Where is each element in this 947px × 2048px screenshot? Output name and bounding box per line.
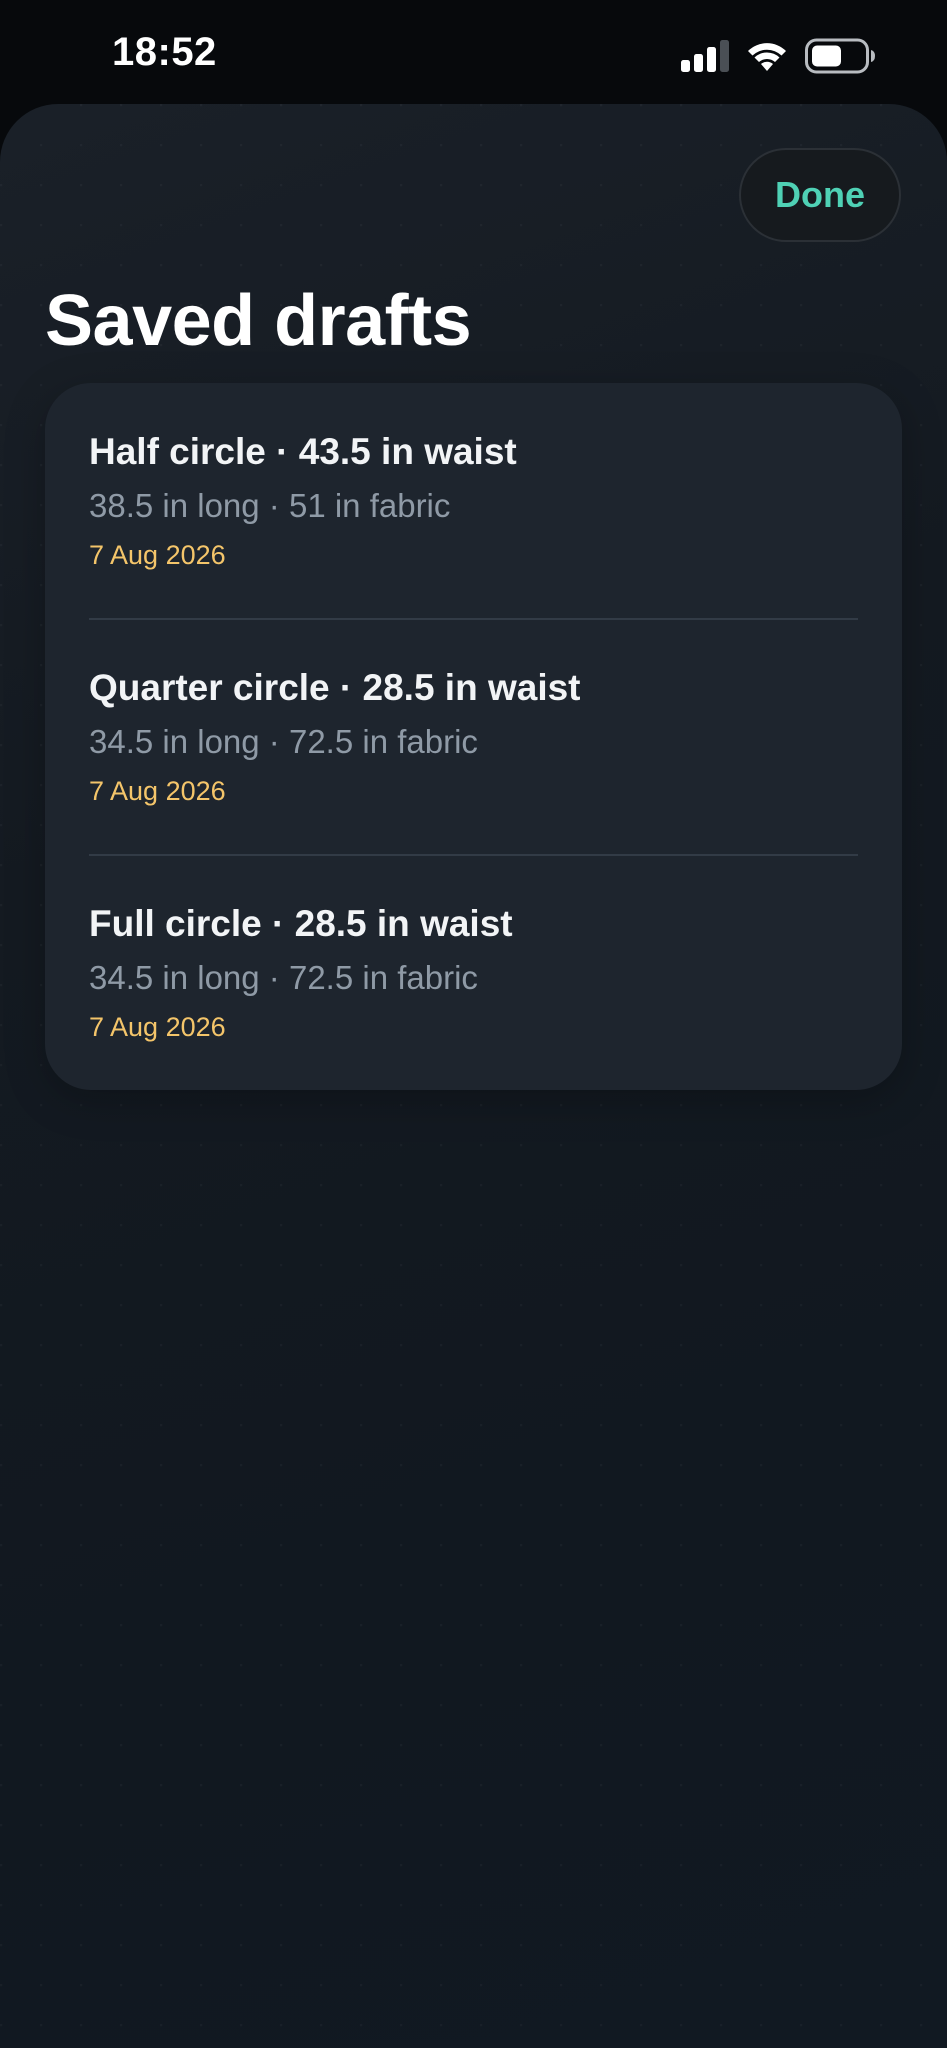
page-title: Saved drafts bbox=[45, 281, 472, 361]
draft-title: Full circle · 28.5 in waist bbox=[89, 903, 513, 944]
status-bar: 18:52 bbox=[0, 0, 947, 105]
list-divider bbox=[89, 854, 858, 856]
draft-date: 7 Aug 2026 bbox=[89, 540, 226, 570]
signal-icon bbox=[681, 40, 729, 72]
draft-item-quarter-circle[interactable]: Quarter circle · 28.5 in waist 34.5 in l… bbox=[45, 619, 902, 855]
draft-date: 7 Aug 2026 bbox=[89, 1012, 226, 1042]
draft-date: 7 Aug 2026 bbox=[89, 776, 226, 806]
screen: 18:52 Done Saved drafts Half circle · 43… bbox=[0, 0, 947, 2048]
status-time: 18:52 bbox=[112, 30, 217, 74]
wifi-icon bbox=[748, 43, 786, 71]
draft-detail: 38.5 in long · 51 in fabric bbox=[89, 487, 451, 524]
drafts-list: Half circle · 43.5 in waist 38.5 in long… bbox=[45, 383, 902, 1090]
done-button[interactable]: Done bbox=[739, 148, 901, 242]
list-divider bbox=[89, 618, 858, 620]
draft-title: Half circle · 43.5 in waist bbox=[89, 431, 517, 472]
draft-title: Quarter circle · 28.5 in waist bbox=[89, 667, 581, 708]
battery-icon bbox=[805, 38, 875, 74]
saved-drafts-sheet: Done Saved drafts Half circle · 43.5 in … bbox=[0, 104, 947, 2048]
draft-detail: 34.5 in long · 72.5 in fabric bbox=[89, 723, 478, 760]
draft-item-half-circle[interactable]: Half circle · 43.5 in waist 38.5 in long… bbox=[45, 383, 902, 619]
draft-detail: 34.5 in long · 72.5 in fabric bbox=[89, 959, 478, 996]
draft-item-full-circle[interactable]: Full circle · 28.5 in waist 34.5 in long… bbox=[45, 855, 902, 1090]
